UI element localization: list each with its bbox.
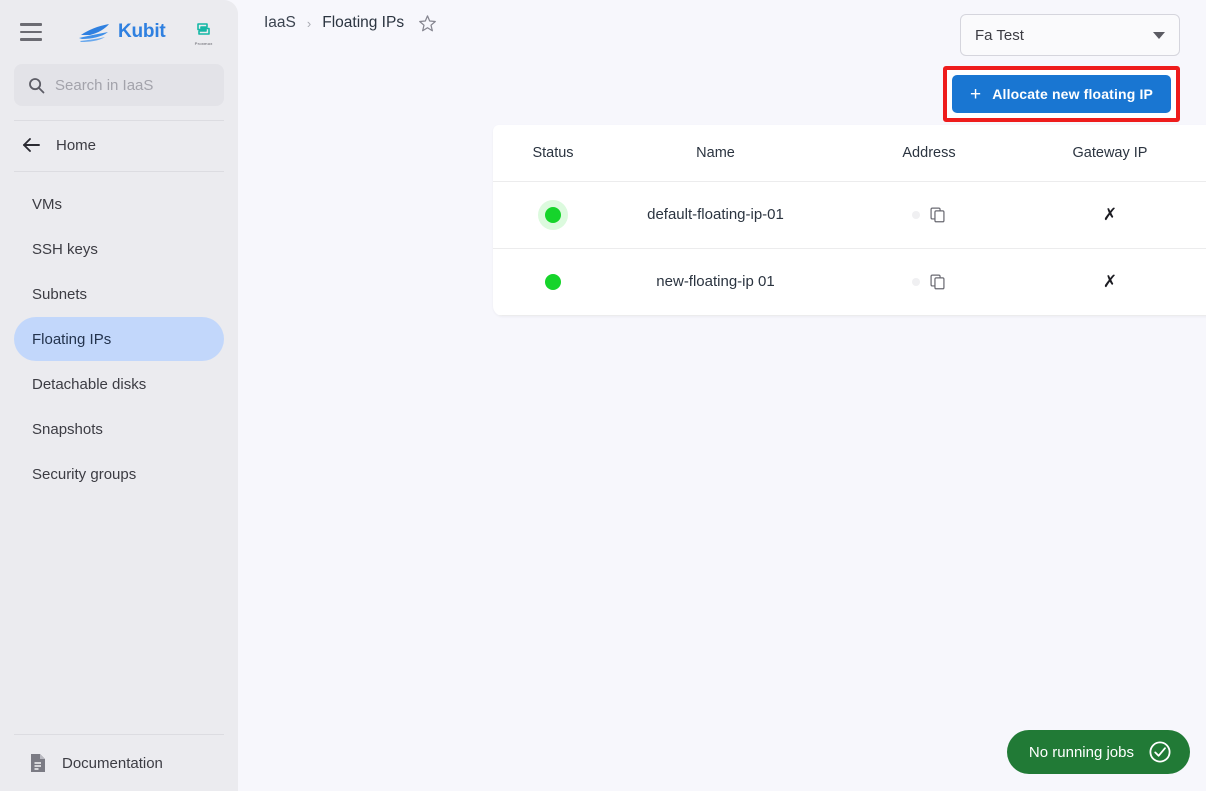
- sidebar-item-detachable-disks[interactable]: Detachable disks: [14, 362, 224, 406]
- column-header-address: Address: [818, 125, 1040, 182]
- document-icon: [31, 754, 45, 772]
- cell-name: default-floating-ip-01: [613, 181, 818, 249]
- partner-logo: Proxmox: [188, 15, 220, 49]
- column-header-connected: Connected: [1180, 125, 1206, 182]
- boat-logo-icon: [79, 24, 109, 42]
- running-jobs-status[interactable]: No running jobs: [1006, 730, 1190, 774]
- sidebar-item-label: Detachable disks: [32, 375, 147, 393]
- table: Status Name Address Gateway IP Connected…: [493, 125, 1206, 316]
- arrow-left-icon: [23, 138, 40, 152]
- address-value: [818, 206, 1040, 223]
- sidebar-item-documentation-label: Documentation: [62, 754, 163, 772]
- sidebar-item-label: Snapshots: [32, 420, 103, 438]
- top-bar-actions: Fa Test + Allocate new floating IP: [943, 14, 1180, 122]
- sidebar-item-subnets[interactable]: Subnets: [14, 272, 224, 316]
- sidebar-item-label: Floating IPs: [32, 330, 112, 348]
- sidebar-item-vms[interactable]: VMs: [14, 182, 224, 226]
- search-input[interactable]: Search in IaaS: [14, 64, 224, 106]
- allocate-button-label: Allocate new floating IP: [992, 86, 1153, 102]
- sidebar-footer: Documentation: [0, 734, 238, 791]
- cell-connected: ✓ (Debian-rke): [1180, 181, 1206, 249]
- status-badge: [493, 206, 613, 223]
- cell-connected: ✗: [1180, 248, 1206, 316]
- copy-icon[interactable]: [929, 273, 946, 290]
- table-header-row: Status Name Address Gateway IP Connected…: [493, 125, 1206, 182]
- sidebar: Kubit Proxmox Search in IaaS Home VMs SS…: [0, 0, 238, 791]
- floating-ips-table: Status Name Address Gateway IP Connected…: [493, 125, 1206, 316]
- sidebar-item-label: Security groups: [32, 465, 137, 483]
- breadcrumb-separator-icon: ›: [306, 15, 312, 31]
- plus-icon: +: [970, 83, 982, 105]
- sidebar-item-floating-ips[interactable]: Floating IPs: [14, 317, 224, 361]
- sidebar-item-label: VMs: [32, 195, 62, 213]
- column-header-status: Status: [493, 125, 613, 182]
- address-redacted-mask: [912, 210, 920, 219]
- main-content: IaaS › Floating IPs Fa Test + Allocate n…: [238, 0, 1206, 791]
- breadcrumb-current: Floating IPs: [322, 14, 405, 31]
- cell-gateway-ip: ✗: [1040, 181, 1180, 249]
- sidebar-item-label: SSH keys: [32, 240, 98, 258]
- cell-name: new-floating-ip 01: [613, 248, 818, 316]
- status-active-icon: [545, 273, 561, 290]
- status-badge: [493, 273, 613, 290]
- app-root: Kubit Proxmox Search in IaaS Home VMs SS…: [0, 0, 1206, 791]
- sidebar-nav: VMs SSH keys Subnets Floating IPs Detach…: [0, 172, 238, 496]
- partner-caption: Proxmox: [194, 41, 214, 46]
- sidebar-item-label: Subnets: [32, 285, 88, 303]
- brand-logo[interactable]: Kubit: [78, 21, 166, 43]
- table-header: Status Name Address Gateway IP Connected…: [493, 125, 1206, 182]
- address-redacted-mask: [912, 277, 920, 286]
- brand-name: Kubit: [118, 21, 166, 42]
- sidebar-search-wrap: Search in IaaS: [0, 64, 238, 106]
- highlight-annotation: + Allocate new floating IP: [943, 66, 1180, 122]
- sidebar-item-documentation[interactable]: Documentation: [0, 735, 238, 791]
- table-body: default-floating-ip-01 ✗ new-floating-ip…: [493, 181, 1206, 316]
- cell-address: [818, 248, 1040, 316]
- status-active-icon: [545, 206, 561, 223]
- sidebar-header: Kubit Proxmox: [0, 0, 238, 64]
- sidebar-item-home-label: Home: [56, 136, 97, 154]
- cell-address: [818, 181, 1040, 249]
- cell-status: [493, 181, 613, 249]
- sidebar-divider-top: [14, 120, 224, 121]
- top-bar: IaaS › Floating IPs Fa Test + Allocate n…: [238, 0, 1206, 122]
- search-icon: [29, 77, 45, 93]
- partner-glyph-icon: [197, 23, 210, 35]
- address-value: [818, 273, 1040, 290]
- search-placeholder: Search in IaaS: [55, 76, 154, 94]
- project-select-value: Fa Test: [975, 26, 1024, 44]
- breadcrumb-root[interactable]: IaaS: [264, 14, 296, 32]
- project-select[interactable]: Fa Test: [960, 14, 1180, 56]
- hamburger-icon[interactable]: [20, 22, 46, 42]
- chevron-down-icon: [1153, 31, 1165, 39]
- column-header-name: Name: [613, 125, 818, 182]
- copy-icon[interactable]: [929, 206, 946, 223]
- sidebar-item-ssh-keys[interactable]: SSH keys: [14, 227, 224, 271]
- table-row[interactable]: default-floating-ip-01 ✗: [493, 181, 1206, 249]
- sidebar-item-security-groups[interactable]: Security groups: [14, 452, 224, 496]
- sidebar-item-snapshots[interactable]: Snapshots: [14, 407, 224, 451]
- check-circle-icon: [1149, 741, 1171, 763]
- sidebar-item-home[interactable]: Home: [0, 123, 238, 167]
- column-header-gateway-ip: Gateway IP: [1040, 125, 1180, 182]
- table-row[interactable]: new-floating-ip 01 ✗: [493, 248, 1206, 316]
- running-jobs-label: No running jobs: [1028, 743, 1134, 761]
- allocate-new-floating-ip-button[interactable]: + Allocate new floating IP: [952, 75, 1171, 113]
- cell-gateway-ip: ✗: [1040, 248, 1180, 316]
- cell-status: [493, 248, 613, 316]
- star-icon[interactable]: [418, 14, 437, 33]
